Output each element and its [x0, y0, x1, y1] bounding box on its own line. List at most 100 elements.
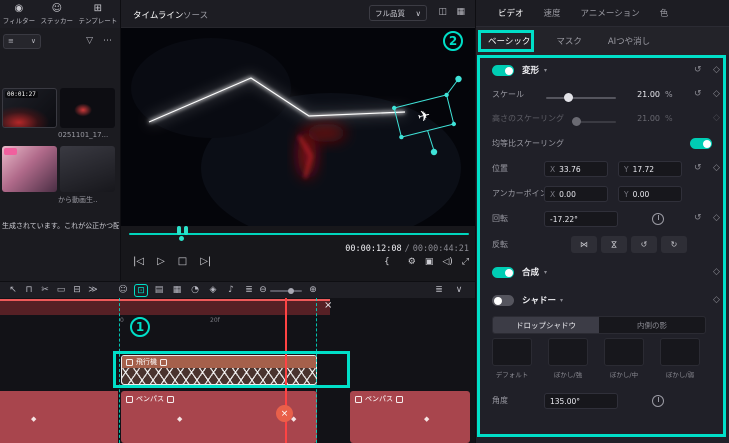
- speed-tool-icon[interactable]: ◔: [188, 282, 202, 299]
- subtab-mask[interactable]: マスク: [556, 35, 582, 47]
- delete-tool-icon[interactable]: ⊟: [70, 282, 84, 299]
- rotation-dial-icon[interactable]: [652, 213, 664, 225]
- tab-timeline[interactable]: タイムライン: [133, 9, 183, 21]
- keyframe-icon[interactable]: ◇: [713, 163, 720, 173]
- tab-color[interactable]: 色: [660, 7, 669, 19]
- shadow-preset-default[interactable]: [492, 338, 532, 366]
- sticker-tool-icon[interactable]: ☺: [116, 282, 130, 299]
- timeline-clip-airplane[interactable]: 飛行機: [121, 355, 317, 385]
- toolbar-item-sticker[interactable]: ☺ ステッカー: [41, 3, 74, 25]
- crop-tool-icon[interactable]: ⊡: [134, 284, 148, 297]
- keyframe-delete-button[interactable]: ×: [276, 405, 293, 422]
- media-thumbnail[interactable]: [60, 146, 115, 192]
- magnet-tool-icon[interactable]: ⊓: [22, 282, 36, 299]
- skip-start-button[interactable]: |◁: [133, 256, 144, 267]
- volume-button[interactable]: ◁): [442, 257, 452, 267]
- snapshot-button[interactable]: ▣: [425, 257, 434, 267]
- shadow-preset-blur-medium[interactable]: [604, 338, 644, 366]
- flip-vertical-button[interactable]: ⋈: [601, 236, 627, 253]
- progress-marker[interactable]: [179, 236, 184, 241]
- zoom-in-icon[interactable]: ⊕: [306, 282, 320, 299]
- subtab-ai-matte[interactable]: AIつや消し: [608, 35, 650, 47]
- skip-end-button[interactable]: ▷|: [200, 256, 211, 267]
- fullscreen-button[interactable]: ⤢: [462, 257, 469, 267]
- collapsed-track-band[interactable]: [0, 299, 330, 315]
- anchor-x-field[interactable]: X 0.00: [544, 186, 608, 202]
- rotation-dial-icon[interactable]: [652, 395, 664, 407]
- rotate-field[interactable]: -17.22°: [544, 211, 618, 227]
- stop-button[interactable]: □: [178, 256, 187, 267]
- toolbar-item-template[interactable]: ⊞ テンプレート: [78, 3, 117, 25]
- chevron-down-icon[interactable]: ▾: [560, 297, 563, 304]
- compare-view-icon[interactable]: ◫: [438, 7, 447, 17]
- mixer-tool-icon[interactable]: ≣: [242, 282, 256, 299]
- grid-view-icon[interactable]: ▦: [456, 7, 465, 17]
- collapse-icon[interactable]: ∨: [452, 282, 466, 299]
- rotate-ccw-button[interactable]: ↺: [631, 236, 657, 253]
- tab-source[interactable]: ソース: [183, 9, 208, 21]
- settings-button[interactable]: ⚙: [408, 257, 416, 267]
- trim-handle[interactable]: [184, 226, 188, 235]
- media-thumbnail[interactable]: [60, 88, 115, 128]
- timeline-clip-pen-left[interactable]: ◆: [0, 391, 118, 443]
- keyframe-icon[interactable]: ◇: [713, 89, 720, 99]
- effects-tool-icon[interactable]: ▤: [152, 282, 166, 299]
- tab-animation[interactable]: アニメーション: [581, 7, 640, 19]
- anchor-y-field[interactable]: Y 0.00: [618, 186, 682, 202]
- close-track-button[interactable]: ×: [324, 300, 332, 311]
- shadow-preset-blur-weak[interactable]: [660, 338, 700, 366]
- position-y-field[interactable]: Y 17.72: [618, 161, 682, 177]
- transform-toggle[interactable]: [492, 65, 514, 76]
- reset-icon[interactable]: ↺: [694, 89, 702, 99]
- keyframe-diamond[interactable]: ◆: [31, 415, 36, 423]
- keyframe-icon[interactable]: ◇: [713, 295, 720, 305]
- voiceover-tool-icon[interactable]: ♪: [224, 282, 238, 299]
- shadow-toggle[interactable]: [492, 295, 514, 306]
- tab-video[interactable]: ビデオ: [498, 7, 524, 19]
- razor-tool-icon[interactable]: ✂: [38, 282, 52, 299]
- preview-viewport[interactable]: ✈: [121, 28, 475, 243]
- chevron-down-icon[interactable]: ▾: [544, 67, 547, 74]
- keyframe-icon[interactable]: ◇: [713, 65, 720, 75]
- mask-tool-icon[interactable]: ◈: [206, 282, 220, 299]
- trim-tool-icon[interactable]: ▭: [54, 282, 68, 299]
- timeline-zoom-slider[interactable]: [270, 288, 302, 294]
- media-thumbnail[interactable]: [2, 146, 57, 192]
- quality-select[interactable]: フル品質 ∨: [369, 5, 427, 21]
- keyframe-diamond[interactable]: ◆: [177, 415, 182, 423]
- filter-funnel-icon[interactable]: ▽: [86, 36, 93, 46]
- angle-field[interactable]: 135.00°: [544, 393, 618, 409]
- flip-horizontal-button[interactable]: ⋈: [571, 236, 597, 253]
- drop-shadow-button[interactable]: ドロップシャドウ: [493, 317, 599, 333]
- more-options-icon[interactable]: ⋯: [103, 36, 112, 46]
- uniform-scale-toggle[interactable]: [690, 138, 712, 149]
- shadow-preset-blur-strong[interactable]: [548, 338, 588, 366]
- media-thumbnail[interactable]: 00:01:27: [2, 88, 57, 128]
- track-options-icon[interactable]: ≣: [432, 282, 446, 299]
- composite-toggle[interactable]: [492, 267, 514, 278]
- keyframe-icon[interactable]: ◇: [713, 267, 720, 277]
- grid-tool-icon[interactable]: ▦: [170, 282, 184, 299]
- slider-handle[interactable]: [564, 93, 573, 102]
- select-tool-icon[interactable]: ↖: [6, 282, 20, 299]
- reset-icon[interactable]: ↺: [694, 163, 702, 173]
- scale-value[interactable]: 21.00: [622, 90, 660, 99]
- media-sort-select[interactable]: ≡ ∨: [3, 33, 41, 49]
- trim-handle[interactable]: [177, 226, 181, 235]
- rotate-cw-button[interactable]: ↻: [661, 236, 687, 253]
- toolbar-item-filter[interactable]: ◉ フィルター: [3, 3, 35, 25]
- subtab-basic[interactable]: ベーシック: [488, 35, 530, 47]
- slider-handle[interactable]: [288, 288, 294, 294]
- timeline-clip-pen-b[interactable]: ペンパス ◆: [350, 391, 470, 443]
- keyframe-icon[interactable]: ◇: [713, 213, 720, 223]
- tab-speed[interactable]: 速度: [544, 7, 561, 19]
- play-button[interactable]: ▷: [157, 256, 165, 267]
- position-x-field[interactable]: X 33.76: [544, 161, 608, 177]
- timeline-tracks[interactable]: × 0 20f 飛行機 ◆ ペンパス ◆ ◆ ペンパス ◆ ×: [0, 298, 475, 443]
- reset-icon[interactable]: ↺: [694, 65, 702, 75]
- zoom-out-icon[interactable]: ⊖: [256, 282, 270, 299]
- inner-shadow-button[interactable]: 内側の影: [599, 317, 705, 333]
- scale-slider[interactable]: [546, 93, 616, 102]
- keyframe-diamond[interactable]: ◆: [424, 415, 429, 423]
- mark-in-button[interactable]: {: [384, 257, 390, 267]
